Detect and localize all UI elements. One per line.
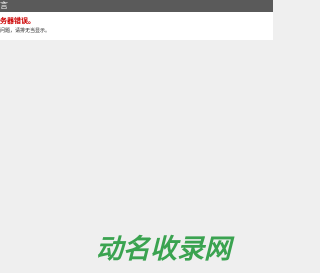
header-bar: 言 — [0, 0, 273, 12]
error-description: 问题，请排无当显示。 — [0, 28, 51, 34]
error-page: 言 务器错误。 问题，请排无当显示。 动名收录网 — [0, 0, 273, 273]
watermark-logo-graphic: 动名收录网 — [96, 234, 235, 263]
watermark-text: 动名收录网 — [96, 234, 235, 263]
error-panel: 务器错误。 问题，请排无当显示。 — [0, 12, 273, 40]
site-watermark-logo: 动名收录网 — [96, 233, 248, 263]
header-title: 言 — [0, 1, 8, 10]
error-title: 务器错误。 — [0, 17, 35, 25]
